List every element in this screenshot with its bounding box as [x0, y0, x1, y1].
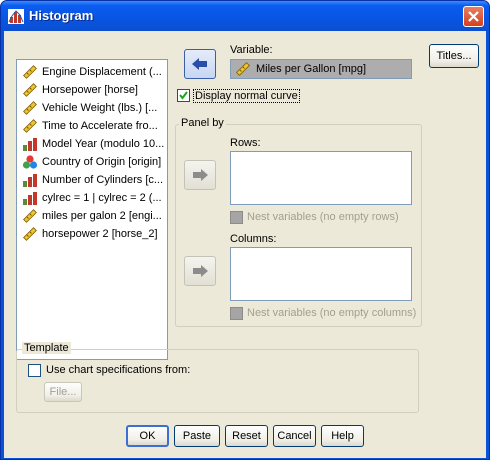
source-variable-list[interactable]: Engine Displacement (... Horsepower [hor…	[16, 59, 168, 360]
use-chart-spec-checkbox[interactable]	[28, 364, 41, 377]
ordinal-icon	[23, 192, 37, 205]
list-item[interactable]: Time to Accelerate fro...	[22, 117, 167, 135]
list-item[interactable]: Horsepower [horse]	[22, 81, 167, 99]
list-item[interactable]: Engine Displacement (...	[22, 63, 167, 81]
template-group	[16, 349, 419, 413]
variable-field[interactable]: Miles per Gallon [mpg]	[230, 59, 412, 79]
ordinal-icon	[23, 174, 37, 187]
scale-icon	[23, 209, 37, 223]
cancel-button[interactable]: Cancel	[273, 425, 316, 447]
move-to-columns-button[interactable]	[184, 256, 216, 286]
nest-columns-label: Nest variables (no empty columns)	[247, 307, 417, 319]
list-item[interactable]: Country of Origin [origin]	[22, 153, 167, 171]
rows-target-box[interactable]	[230, 151, 412, 205]
arrow-right-icon	[193, 265, 208, 277]
help-button[interactable]: Help	[321, 425, 364, 447]
nominal-icon	[22, 155, 38, 169]
paste-button[interactable]: Paste	[174, 425, 220, 447]
variable-value: Miles per Gallon [mpg]	[256, 63, 367, 75]
move-to-rows-button[interactable]	[184, 160, 216, 190]
close-icon	[468, 11, 479, 22]
panel-by-legend: Panel by	[179, 117, 226, 129]
file-button[interactable]: File...	[44, 382, 82, 402]
list-item[interactable]: Vehicle Weight (lbs.) [...	[22, 99, 167, 117]
title-bar[interactable]: Histogram	[1, 1, 489, 31]
scale-icon	[23, 65, 37, 79]
titles-button[interactable]: Titles...	[429, 44, 479, 68]
columns-target-box[interactable]	[230, 247, 412, 301]
scale-icon	[23, 101, 37, 115]
use-chart-spec-label[interactable]: Use chart specifications from:	[46, 364, 190, 376]
columns-label: Columns:	[230, 233, 277, 245]
scale-icon	[236, 62, 250, 76]
reset-button[interactable]: Reset	[225, 425, 268, 447]
display-normal-curve-label[interactable]: Display normal curve	[193, 89, 300, 103]
template-legend: Template	[22, 342, 71, 354]
close-button[interactable]	[463, 6, 484, 27]
window-title: Histogram	[29, 8, 94, 23]
checkmark-icon	[179, 91, 188, 100]
arrow-left-icon	[192, 58, 207, 70]
histogram-dialog: Histogram Engine Displacement (... Horse…	[0, 0, 490, 460]
nest-rows-checkbox[interactable]	[230, 211, 243, 224]
variable-label: Variable:	[230, 44, 273, 56]
ok-button[interactable]: OK	[126, 425, 169, 447]
nest-columns-checkbox[interactable]	[230, 307, 243, 320]
list-item[interactable]: cylrec = 1 | cylrec = 2 (...	[22, 189, 167, 207]
ordinal-icon	[23, 138, 37, 151]
scale-icon	[23, 83, 37, 97]
scale-icon	[23, 227, 37, 241]
move-to-variable-button[interactable]	[184, 49, 216, 79]
dialog-body: Engine Displacement (... Horsepower [hor…	[4, 31, 486, 458]
list-item[interactable]: horsepower 2 [horse_2]	[22, 225, 167, 243]
list-item[interactable]: Model Year (modulo 10...	[22, 135, 167, 153]
nest-rows-label: Nest variables (no empty rows)	[247, 211, 399, 223]
rows-label: Rows:	[230, 137, 261, 149]
list-item[interactable]: Number of Cylinders [c...	[22, 171, 167, 189]
arrow-right-icon	[193, 169, 208, 181]
display-normal-curve-checkbox[interactable]	[177, 89, 190, 102]
scale-icon	[23, 119, 37, 133]
histogram-icon	[8, 9, 24, 24]
list-item[interactable]: miles per galon 2 [engi...	[22, 207, 167, 225]
